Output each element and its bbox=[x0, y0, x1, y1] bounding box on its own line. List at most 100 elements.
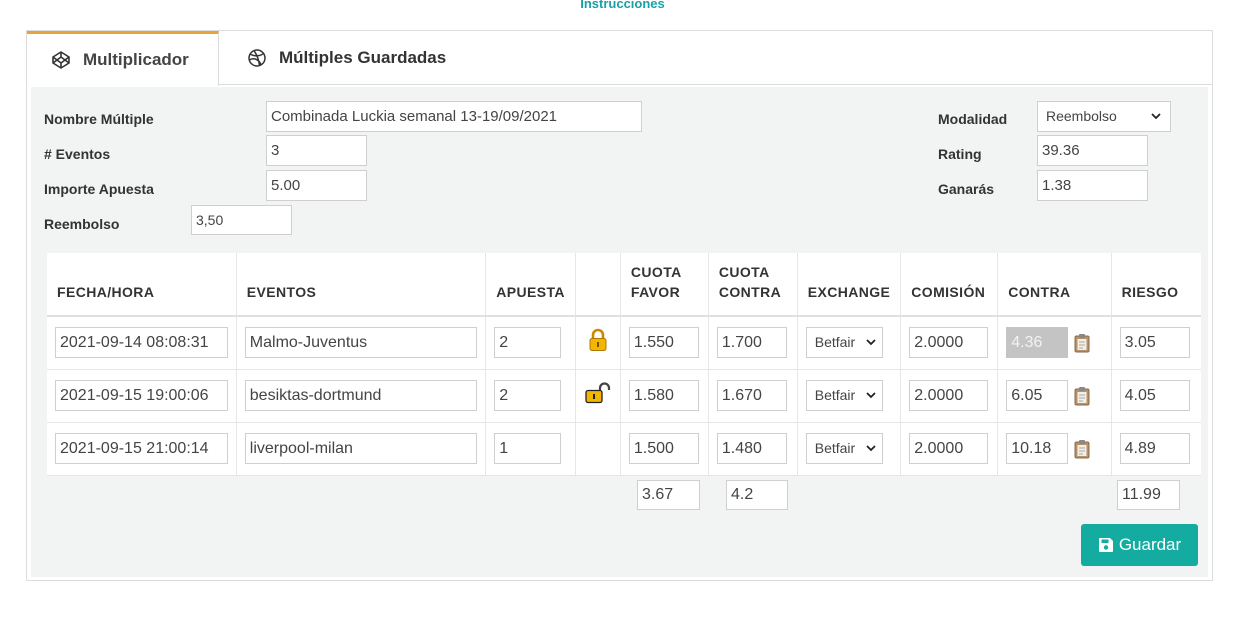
contra-input[interactable]: 6.05 bbox=[1006, 380, 1069, 411]
evento-cell: besiktas-dortmund bbox=[236, 369, 487, 423]
contra-input[interactable]: 10.18 bbox=[1006, 433, 1069, 464]
riesgo-cell: 4.89 bbox=[1111, 422, 1201, 476]
ganaras-input[interactable]: 1.38 bbox=[1037, 170, 1148, 201]
total-riesgo: 11.99 bbox=[1117, 480, 1180, 510]
reembolso-input[interactable]: 3,50 bbox=[191, 205, 292, 235]
cuota-favor-cell: 1.550 bbox=[620, 316, 709, 370]
chevron-down-icon bbox=[866, 339, 876, 346]
cuota-contra-line1: CUOTA bbox=[718, 264, 770, 280]
fecha-input[interactable]: 2021-09-14 08:08:31 bbox=[55, 327, 228, 359]
apuesta-input[interactable]: 2 bbox=[494, 327, 562, 359]
evento-input[interactable]: Malmo-Juventus bbox=[244, 327, 478, 359]
rating-input[interactable]: 39.36 bbox=[1037, 135, 1148, 166]
clipboard-icon[interactable] bbox=[1074, 333, 1090, 353]
contra-cell: 4.36 bbox=[997, 316, 1112, 370]
eventos-count-label: # Eventos bbox=[44, 146, 111, 162]
modalidad-select[interactable]: Reembolso bbox=[1037, 101, 1171, 132]
col-lock bbox=[575, 253, 621, 317]
tab-multiples-label: Múltiples Guardadas bbox=[279, 48, 447, 67]
apuesta-input[interactable]: 2 bbox=[494, 380, 562, 411]
instructions-link[interactable]: Instrucciones bbox=[0, 0, 1245, 11]
contra-cell: 6.05 bbox=[997, 369, 1112, 423]
comision-cell: 2.0000 bbox=[900, 316, 999, 370]
lock-open-icon[interactable] bbox=[584, 382, 612, 404]
cuota-contra-input[interactable]: 1.670 bbox=[716, 380, 787, 411]
col-contra: CONTRA bbox=[997, 253, 1112, 317]
evento-input[interactable]: besiktas-dortmund bbox=[244, 380, 478, 411]
floppy-disk-icon bbox=[1098, 538, 1113, 552]
col-cuota-contra: CUOTA CONTRA bbox=[708, 253, 798, 317]
cuota-favor-input[interactable]: 1.500 bbox=[628, 433, 699, 464]
table-row: 2021-09-14 08:08:31 Malmo-Juventus 2 1.5… bbox=[47, 316, 1201, 370]
evento-cell: Malmo-Juventus bbox=[236, 316, 487, 370]
col-apuesta: APUESTA bbox=[485, 253, 576, 317]
cuota-favor-cell: 1.580 bbox=[620, 369, 709, 423]
dribbble-icon bbox=[247, 48, 267, 68]
fecha-cell: 2021-09-15 21:00:14 bbox=[47, 422, 237, 476]
comision-cell: 2.0000 bbox=[900, 422, 999, 476]
col-fecha-hora: FECHA/HORA bbox=[47, 253, 237, 317]
eventos-count-input[interactable]: 3 bbox=[266, 135, 367, 166]
exchange-cell: Betfair bbox=[797, 369, 902, 423]
total-cuota-contra: 4.2 bbox=[726, 480, 788, 510]
fecha-cell: 2021-09-15 19:00:06 bbox=[47, 369, 237, 423]
exchange-cell: Betfair bbox=[797, 422, 902, 476]
lock-cell bbox=[575, 422, 621, 476]
cuota-favor-input[interactable]: 1.580 bbox=[628, 380, 699, 411]
reembolso-label: Reembolso bbox=[44, 216, 120, 232]
chevron-down-icon bbox=[866, 445, 876, 452]
exchange-select[interactable]: Betfair bbox=[805, 327, 883, 359]
apuesta-cell: 1 bbox=[485, 422, 576, 476]
comision-cell: 2.0000 bbox=[900, 369, 999, 423]
tab-multiples-guardadas[interactable]: Múltiples Guardadas bbox=[247, 31, 446, 85]
evento-input[interactable]: liverpool-milan bbox=[244, 433, 478, 464]
cuota-contra-input[interactable]: 1.480 bbox=[716, 433, 787, 464]
tab-bar: Multiplicador Múltiples Guardadas bbox=[27, 31, 1212, 86]
col-eventos: EVENTOS bbox=[236, 253, 487, 317]
apuesta-input[interactable]: 1 bbox=[494, 433, 562, 464]
nombre-multiple-label: Nombre Múltiple bbox=[44, 111, 154, 127]
comision-input[interactable]: 2.0000 bbox=[909, 380, 989, 411]
fecha-input[interactable]: 2021-09-15 21:00:14 bbox=[55, 433, 228, 464]
comision-input[interactable]: 2.0000 bbox=[909, 433, 989, 464]
fecha-cell: 2021-09-14 08:08:31 bbox=[47, 316, 237, 370]
table-row: 2021-09-15 19:00:06 besiktas-dortmund 2 … bbox=[47, 369, 1201, 423]
save-button-label: Guardar bbox=[1118, 535, 1182, 554]
contra-input: 4.36 bbox=[1006, 327, 1069, 359]
col-cuota-favor: CUOTA FAVOR bbox=[620, 253, 709, 317]
cuota-contra-input[interactable]: 1.700 bbox=[716, 327, 787, 359]
col-comision: COMISIÓN bbox=[900, 253, 999, 317]
clipboard-icon[interactable] bbox=[1074, 386, 1090, 406]
importe-apuesta-label: Importe Apuesta bbox=[44, 181, 154, 197]
apuesta-cell: 2 bbox=[485, 369, 576, 423]
lock-closed-icon[interactable] bbox=[587, 328, 609, 352]
comision-input[interactable]: 2.0000 bbox=[909, 327, 989, 359]
importe-apuesta-input[interactable]: 5.00 bbox=[266, 170, 367, 201]
lock-cell bbox=[575, 316, 621, 370]
total-cuota-favor: 3.67 bbox=[637, 480, 700, 510]
nombre-multiple-input[interactable]: Combinada Luckia semanal 13-19/09/2021 bbox=[266, 101, 642, 132]
table-header-row: FECHA/HORA EVENTOS APUESTA CUOTA FAVOR CU… bbox=[47, 253, 1201, 317]
exchange-value: Betfair bbox=[814, 440, 856, 456]
col-riesgo: RIESGO bbox=[1111, 253, 1201, 317]
multiplicador-card: Multiplicador Múltiples Guardadas Nombre… bbox=[26, 30, 1213, 581]
riesgo-input[interactable]: 4.05 bbox=[1119, 380, 1190, 411]
exchange-select[interactable]: Betfair bbox=[805, 380, 883, 411]
save-button[interactable]: Guardar bbox=[1081, 524, 1198, 566]
clipboard-icon[interactable] bbox=[1074, 439, 1090, 459]
evento-cell: liverpool-milan bbox=[236, 422, 487, 476]
tab-multiplicador[interactable]: Multiplicador bbox=[27, 31, 219, 86]
cuota-favor-input[interactable]: 1.550 bbox=[628, 327, 699, 359]
riesgo-cell: 4.05 bbox=[1111, 369, 1201, 423]
riesgo-cell: 3.05 bbox=[1111, 316, 1201, 370]
fecha-input[interactable]: 2021-09-15 19:00:06 bbox=[55, 380, 228, 411]
cuota-contra-cell: 1.480 bbox=[708, 422, 798, 476]
riesgo-input[interactable]: 3.05 bbox=[1119, 327, 1190, 359]
exchange-select[interactable]: Betfair bbox=[805, 433, 883, 464]
apuesta-cell: 2 bbox=[485, 316, 576, 370]
contra-cell: 10.18 bbox=[997, 422, 1112, 476]
cuota-contra-cell: 1.670 bbox=[708, 369, 798, 423]
riesgo-input[interactable]: 4.89 bbox=[1119, 433, 1190, 464]
cuota-favor-cell: 1.500 bbox=[620, 422, 709, 476]
rating-label: Rating bbox=[938, 146, 982, 162]
